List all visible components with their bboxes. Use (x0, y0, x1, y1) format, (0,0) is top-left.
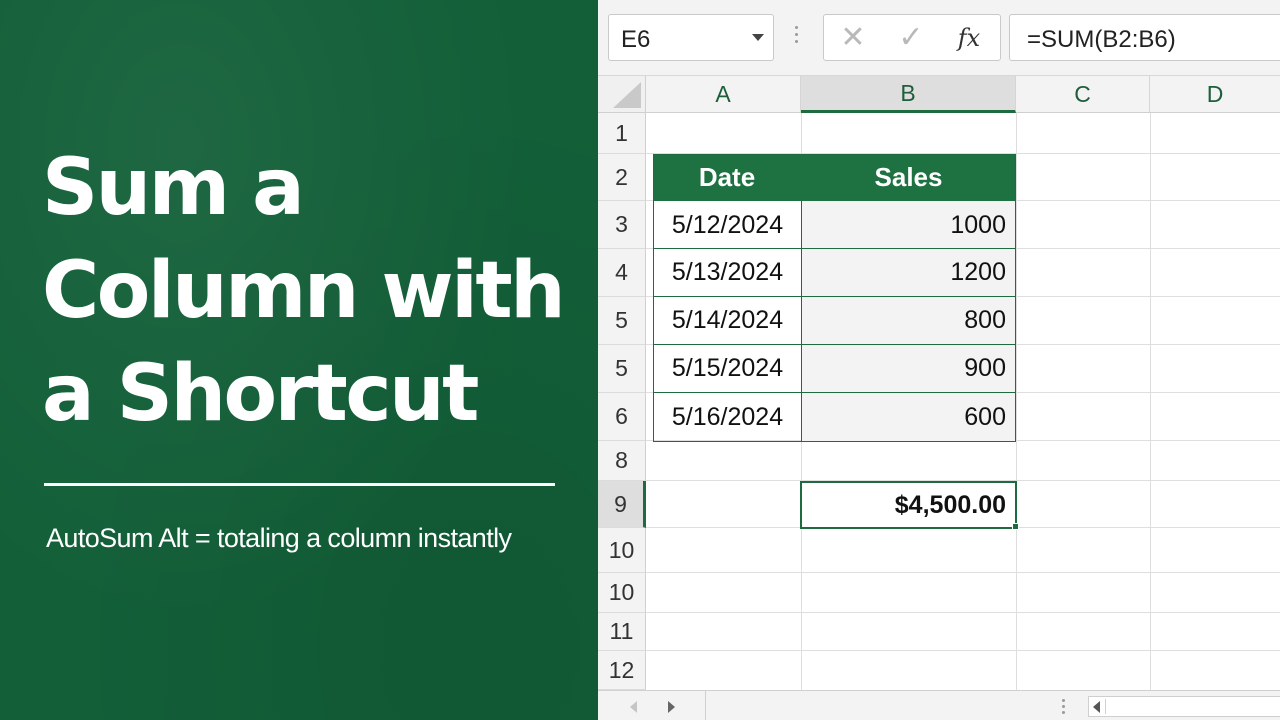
row-header[interactable]: 6 (598, 393, 646, 441)
insert-function-icon[interactable]: fx (944, 15, 994, 60)
tab-divider (705, 691, 706, 720)
formula-bar-grip-icon[interactable] (795, 26, 799, 50)
column-header-c[interactable]: C (1016, 76, 1150, 113)
row-header[interactable]: 12 (598, 651, 646, 690)
spreadsheet-window: E6 ✕ ✓ fx =SUM(B2:B6) A B C D 1 2 3 4 5 … (598, 0, 1280, 720)
promo-panel: Sum a Column with a Shortcut AutoSum Alt… (0, 0, 598, 720)
arrow-left-icon[interactable] (630, 701, 637, 713)
check-icon[interactable]: ✓ (886, 15, 936, 60)
table-cell-date[interactable]: 5/15/2024 (654, 345, 801, 392)
row-header[interactable]: 11 (598, 613, 646, 651)
chevron-down-icon[interactable] (752, 34, 764, 41)
row-header[interactable]: 10 (598, 528, 646, 573)
fill-handle[interactable] (1012, 523, 1019, 530)
gridline (646, 572, 1280, 573)
row-header-active[interactable]: 9 (598, 481, 646, 528)
table-cell-date[interactable]: 5/12/2024 (654, 202, 801, 248)
row-header[interactable]: 4 (598, 249, 646, 297)
select-all-button[interactable] (598, 76, 646, 113)
row-header[interactable]: 3 (598, 201, 646, 249)
scrollbar-thumb[interactable] (1105, 699, 1280, 714)
column-header-d[interactable]: D (1150, 76, 1280, 113)
row-header[interactable]: 5 (598, 297, 646, 345)
arrow-left-icon[interactable] (1093, 701, 1100, 713)
arrow-right-icon[interactable] (668, 701, 675, 713)
formula-buttons: ✕ ✓ fx (823, 14, 1001, 61)
name-box[interactable]: E6 (608, 14, 774, 61)
promo-title: Sum a Column with a Shortcut (42, 137, 582, 446)
table-cell-date[interactable]: 5/14/2024 (654, 297, 801, 344)
table-cell-sales[interactable]: 1200 (802, 249, 1015, 296)
worksheet-grid[interactable]: A B C D 1 2 3 4 5 5 6 8 9 10 10 11 12 Da… (598, 76, 1280, 690)
formula-input[interactable]: =SUM(B2:B6) (1009, 14, 1280, 61)
table-cell-sales[interactable]: 1000 (802, 202, 1015, 248)
promo-title-line: Sum a (42, 143, 305, 233)
column-header-b[interactable]: B (801, 76, 1016, 113)
table-cell-date[interactable]: 5/16/2024 (654, 393, 801, 441)
total-cell[interactable]: $4,500.00 (800, 481, 1017, 529)
promo-title-line: a Shortcut (42, 349, 479, 439)
tab-split-handle-icon[interactable] (1062, 699, 1065, 717)
gridline (646, 650, 1280, 651)
row-header[interactable]: 1 (598, 113, 646, 154)
cancel-icon[interactable]: ✕ (828, 15, 878, 60)
promo-title-line: Column with (42, 246, 566, 336)
table-cell-sales[interactable]: 600 (802, 393, 1015, 441)
promo-divider (44, 483, 555, 486)
name-box-value: E6 (621, 26, 651, 53)
gridline (646, 612, 1280, 613)
table-cell-sales[interactable]: 800 (802, 297, 1015, 344)
horizontal-scrollbar[interactable] (1088, 696, 1280, 717)
row-header[interactable]: 8 (598, 441, 646, 481)
row-header[interactable]: 5 (598, 345, 646, 393)
row-header[interactable]: 2 (598, 154, 646, 201)
table-cell-date[interactable]: 5/13/2024 (654, 249, 801, 296)
table-cell-sales[interactable]: 900 (802, 345, 1015, 392)
formula-value: =SUM(B2:B6) (1027, 26, 1176, 53)
formula-bar: E6 ✕ ✓ fx =SUM(B2:B6) (598, 0, 1280, 76)
promo-subtitle: AutoSum Alt = totaling a column instantl… (46, 523, 512, 553)
sheet-tab-bar (598, 690, 1280, 720)
row-header[interactable]: 10 (598, 573, 646, 613)
column-header-a[interactable]: A (646, 76, 801, 113)
